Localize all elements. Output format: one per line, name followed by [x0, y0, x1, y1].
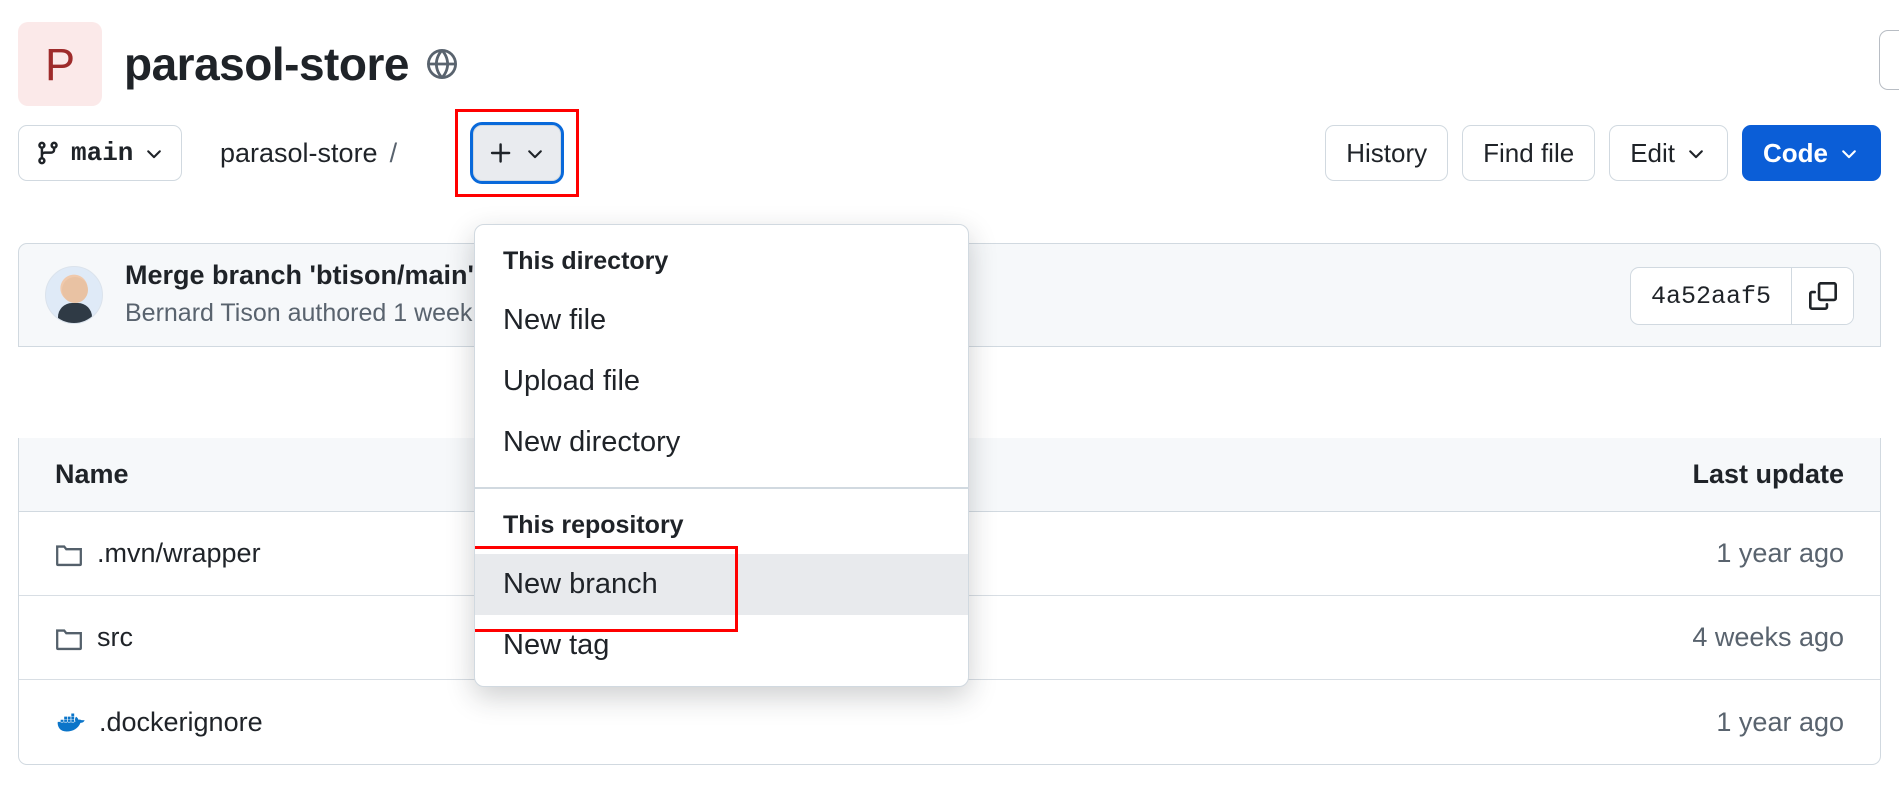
code-button[interactable]: Code [1742, 125, 1881, 181]
menu-section-this-directory: This directory [503, 247, 669, 275]
menu-item-new-file[interactable]: New file [475, 290, 968, 351]
copy-icon[interactable] [1791, 268, 1853, 324]
breadcrumb: parasol-store / [220, 125, 397, 181]
chevron-down-icon [1685, 142, 1707, 164]
commit-message[interactable]: Merge branch 'btison/main' [125, 259, 521, 293]
branch-name-label: main [71, 138, 134, 168]
menu-item-new-branch-wrapper: New branch [475, 545, 968, 632]
globe-icon [426, 49, 457, 79]
find-file-button-label: Find file [1483, 137, 1575, 168]
commit-hash-group: 4a52aaf5 [1629, 267, 1854, 325]
code-button-label: Code [1763, 137, 1828, 168]
file-name-label[interactable]: .mvn/wrapper [97, 538, 261, 569]
add-button-wrapper [455, 109, 579, 197]
repository-file-browser: P parasol-store main parasol-store / His… [0, 0, 1899, 802]
file-last-update: 4 weeks ago [1692, 622, 1844, 652]
breadcrumb-separator: / [389, 137, 398, 168]
branch-selector-button[interactable]: main [18, 125, 183, 181]
chevron-down-icon [1838, 142, 1860, 164]
repo-avatar: P [18, 22, 102, 106]
file-name-label[interactable]: src [97, 622, 133, 653]
add-new-dropdown-menu: This directory New file Upload file New … [474, 224, 969, 687]
repo-header: P parasol-store [18, 22, 457, 106]
menu-item-upload-file[interactable]: Upload file [475, 351, 968, 412]
file-name-label[interactable]: .dockerignore [99, 707, 263, 738]
plus-icon [488, 140, 514, 166]
commit-author-line: Bernard Tison authored 1 week ago [125, 298, 522, 327]
docker-icon [55, 707, 85, 737]
find-file-button[interactable]: Find file [1462, 125, 1596, 181]
commit-text-block: Merge branch 'btison/main' Bernard Tison… [125, 259, 521, 331]
git-branch-icon [35, 140, 61, 166]
chevron-down-icon [143, 142, 165, 164]
breadcrumb-root[interactable]: parasol-store [220, 138, 378, 169]
menu-item-new-directory[interactable]: New directory [475, 412, 968, 473]
edit-button-label: Edit [1630, 137, 1675, 168]
chevron-down-icon [524, 142, 546, 164]
add-new-button[interactable] [470, 122, 564, 184]
edit-button[interactable]: Edit [1609, 125, 1728, 181]
folder-icon [55, 624, 83, 652]
page-title: parasol-store [124, 38, 409, 90]
repo-toolbar: main parasol-store / History Find file E… [18, 109, 1881, 197]
toolbar-actions: History Find file Edit Code [1325, 125, 1881, 181]
history-button[interactable]: History [1325, 125, 1449, 181]
menu-item-new-tag[interactable]: New tag [475, 615, 968, 676]
file-name-cell: .dockerignore [19, 707, 1716, 738]
menu-item-new-branch[interactable]: New branch [475, 553, 968, 615]
commit-hash[interactable]: 4a52aaf5 [1631, 268, 1791, 324]
column-header-last-update: Last update [1692, 459, 1844, 489]
menu-section-this-repository: This repository [503, 510, 684, 539]
history-button-label: History [1346, 137, 1428, 168]
folder-icon [55, 540, 83, 568]
repo-avatar-letter: P [44, 38, 75, 90]
avatar [45, 266, 103, 324]
offscreen-action-button[interactable] [1879, 30, 1899, 90]
file-last-update: 1 year ago [1716, 538, 1844, 568]
table-row[interactable]: .dockerignore 1 year ago [19, 680, 1880, 764]
file-last-update: 1 year ago [1716, 706, 1844, 737]
